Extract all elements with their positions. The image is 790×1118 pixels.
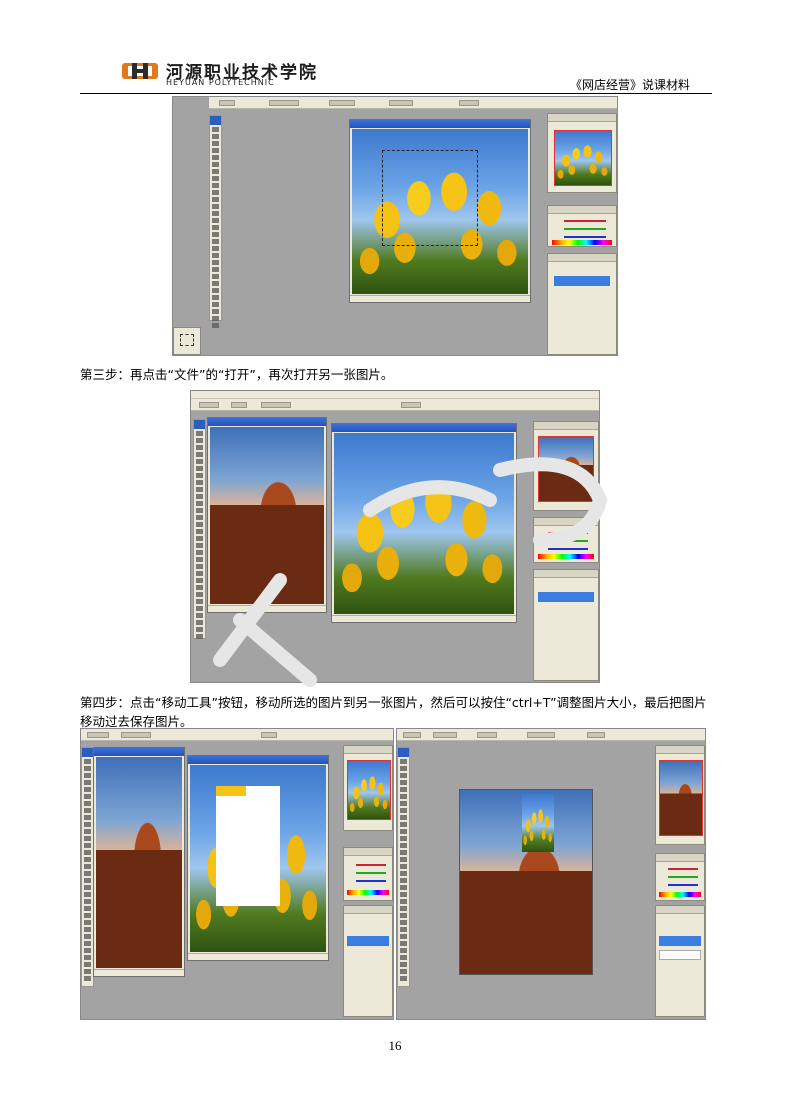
menu-bar[interactable]	[191, 391, 599, 399]
cut-out-notch	[216, 786, 246, 796]
desert-image	[96, 757, 182, 968]
step4-text: 第四步：点击“移动工具”按钮，移动所选的图片到另一张图片，然后可以按住“ctrl…	[80, 695, 707, 729]
desert-image	[210, 427, 324, 604]
page-header: 河源职业技术学院 HEYUAN POLYTECHNIC 《网店经营》说课材料	[80, 52, 712, 94]
toolbox[interactable]	[397, 747, 410, 987]
toolbox[interactable]	[193, 419, 206, 639]
options-bar	[81, 729, 393, 741]
school-name-en: HEYUAN POLYTECHNIC	[166, 78, 275, 87]
screenshot-step4-left	[80, 728, 394, 1020]
marquee-tool-icon[interactable]	[173, 327, 201, 355]
tulip-window[interactable]	[187, 755, 329, 961]
selection-marquee	[382, 150, 478, 246]
document-window[interactable]	[349, 119, 531, 303]
cut-out-area	[216, 786, 280, 906]
desert-window[interactable]	[207, 417, 327, 613]
window-titlebar[interactable]	[188, 756, 328, 764]
composite-canvas[interactable]	[459, 789, 593, 975]
toolbox[interactable]	[209, 115, 222, 328]
navigator-panel	[533, 421, 599, 511]
desert-window[interactable]	[93, 747, 185, 977]
step3-text: 第三步：再点击“文件”的“打开”，再次打开另一张图片。	[80, 367, 394, 382]
navigator-panel	[343, 745, 393, 831]
tulip-image	[334, 433, 514, 614]
layers-panel	[343, 905, 393, 1017]
pasted-tulip-layer[interactable]	[522, 794, 554, 852]
window-titlebar[interactable]	[208, 418, 326, 426]
color-panel	[655, 853, 705, 901]
color-panel	[533, 517, 599, 563]
options-bar	[209, 97, 617, 109]
navigator-panel	[655, 745, 705, 845]
tulip-window[interactable]	[331, 423, 517, 623]
background-layer[interactable]	[659, 950, 701, 960]
layers-panel	[655, 905, 705, 1017]
window-titlebar[interactable]	[332, 424, 516, 432]
layers-panel	[547, 253, 617, 355]
school-logo-icon	[122, 63, 158, 79]
layers-panel	[533, 569, 599, 681]
options-bar	[397, 729, 705, 741]
options-bar	[191, 399, 599, 411]
screenshot-step3	[190, 390, 600, 683]
page-number: 16	[388, 1038, 402, 1053]
window-titlebar[interactable]	[350, 120, 530, 128]
screenshot-step2	[172, 96, 618, 356]
header-divider	[80, 93, 712, 94]
screenshot-step4-right	[396, 728, 706, 1020]
color-panel	[547, 205, 617, 247]
document-title: 《网店经营》说课材料	[569, 78, 690, 92]
navigator-panel	[547, 113, 617, 193]
window-titlebar[interactable]	[94, 748, 184, 756]
color-panel	[343, 847, 393, 901]
